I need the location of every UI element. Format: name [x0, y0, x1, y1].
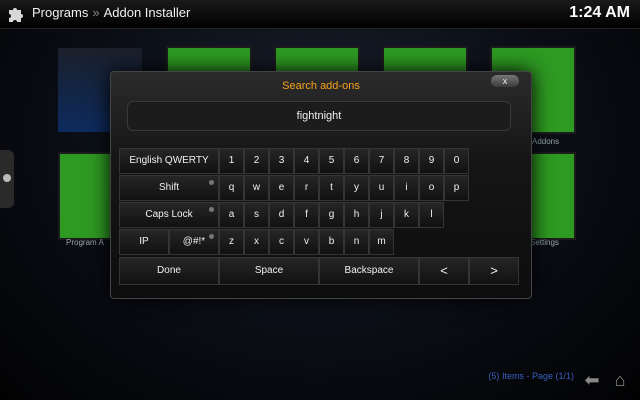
- key-backspace[interactable]: Backspace: [319, 257, 419, 285]
- key-digit-7[interactable]: 7: [369, 148, 394, 174]
- key-caps-label: Caps Lock: [145, 209, 193, 220]
- key-symbols[interactable]: @#!*: [169, 229, 219, 255]
- key-letter-p[interactable]: p: [444, 175, 469, 201]
- key-letter-s[interactable]: s: [244, 202, 269, 228]
- key-letter-r[interactable]: r: [294, 175, 319, 201]
- close-button[interactable]: x: [491, 75, 519, 87]
- key-letter-w[interactable]: w: [244, 175, 269, 201]
- tile-label: Program A: [66, 238, 104, 247]
- key-letter-v[interactable]: v: [294, 229, 319, 255]
- key-letter-q[interactable]: q: [219, 175, 244, 201]
- search-input[interactable]: fightnight: [127, 101, 511, 131]
- key-caps-lock[interactable]: Caps Lock: [119, 202, 219, 228]
- key-letter-a[interactable]: a: [219, 202, 244, 228]
- item-count: (5): [488, 371, 500, 381]
- page-number: (1/1): [555, 371, 574, 381]
- key-letter-u[interactable]: u: [369, 175, 394, 201]
- tile-label: Addons: [532, 137, 560, 146]
- key-digit-0[interactable]: 0: [444, 148, 469, 174]
- key-digit-5[interactable]: 5: [319, 148, 344, 174]
- key-layout[interactable]: English QWERTY: [119, 148, 219, 174]
- key-left[interactable]: <: [419, 257, 469, 285]
- clock: 1:24 AM: [569, 4, 630, 21]
- page-info: (5) Items - Page (1/1): [488, 371, 574, 381]
- caps-indicator-icon: [209, 207, 214, 212]
- home-icon[interactable]: ⌂: [610, 370, 630, 390]
- key-right[interactable]: >: [469, 257, 519, 285]
- key-letter-m[interactable]: m: [369, 229, 394, 255]
- key-space[interactable]: Space: [219, 257, 319, 285]
- key-letter-x[interactable]: x: [244, 229, 269, 255]
- key-letter-z[interactable]: z: [219, 229, 244, 255]
- key-digit-2[interactable]: 2: [244, 148, 269, 174]
- key-letter-e[interactable]: e: [269, 175, 294, 201]
- search-dialog: Search add-ons x fightnight English QWER…: [110, 71, 532, 299]
- key-digit-4[interactable]: 4: [294, 148, 319, 174]
- key-digit-1[interactable]: 1: [219, 148, 244, 174]
- key-done[interactable]: Done: [119, 257, 219, 285]
- key-letter-l[interactable]: l: [419, 202, 444, 228]
- key-letter-t[interactable]: t: [319, 175, 344, 201]
- key-letter-g[interactable]: g: [319, 202, 344, 228]
- key-letter-f[interactable]: f: [294, 202, 319, 228]
- key-letter-j[interactable]: j: [369, 202, 394, 228]
- shift-indicator-icon: [209, 180, 214, 185]
- breadcrumb-separator: »: [92, 5, 100, 20]
- tile-label: Settings: [530, 238, 559, 247]
- key-letter-o[interactable]: o: [419, 175, 444, 201]
- breadcrumb-addon-installer: Addon Installer: [103, 5, 191, 20]
- items-label: Items - Page: [501, 371, 553, 381]
- key-letter-c[interactable]: c: [269, 229, 294, 255]
- key-letter-b[interactable]: b: [319, 229, 344, 255]
- key-letter-y[interactable]: y: [344, 175, 369, 201]
- key-shift-label: Shift: [158, 182, 179, 193]
- key-letter-n[interactable]: n: [344, 229, 369, 255]
- key-digit-3[interactable]: 3: [269, 148, 294, 174]
- key-letter-h[interactable]: h: [344, 202, 369, 228]
- puzzle-icon: [9, 8, 23, 22]
- key-symbols-label: @#!*: [182, 236, 206, 247]
- key-digit-6[interactable]: 6: [344, 148, 369, 174]
- breadcrumb: Programs » Addon Installer: [32, 5, 190, 20]
- key-shift[interactable]: Shift: [119, 175, 219, 201]
- key-digit-9[interactable]: 9: [419, 148, 444, 174]
- back-arrow-icon[interactable]: ⬅: [582, 370, 602, 390]
- key-ip[interactable]: IP: [119, 229, 169, 255]
- key-letter-i[interactable]: i: [394, 175, 419, 201]
- key-letter-d[interactable]: d: [269, 202, 294, 228]
- symbols-indicator-icon: [209, 234, 214, 239]
- handle-dot-icon: [3, 174, 11, 182]
- side-menu-handle[interactable]: [0, 150, 14, 208]
- key-letter-k[interactable]: k: [394, 202, 419, 228]
- key-digit-8[interactable]: 8: [394, 148, 419, 174]
- header-bar: Programs » Addon Installer 1:24 AM: [0, 0, 640, 29]
- breadcrumb-programs[interactable]: Programs: [32, 5, 88, 20]
- dialog-title: Search add-ons: [282, 80, 360, 92]
